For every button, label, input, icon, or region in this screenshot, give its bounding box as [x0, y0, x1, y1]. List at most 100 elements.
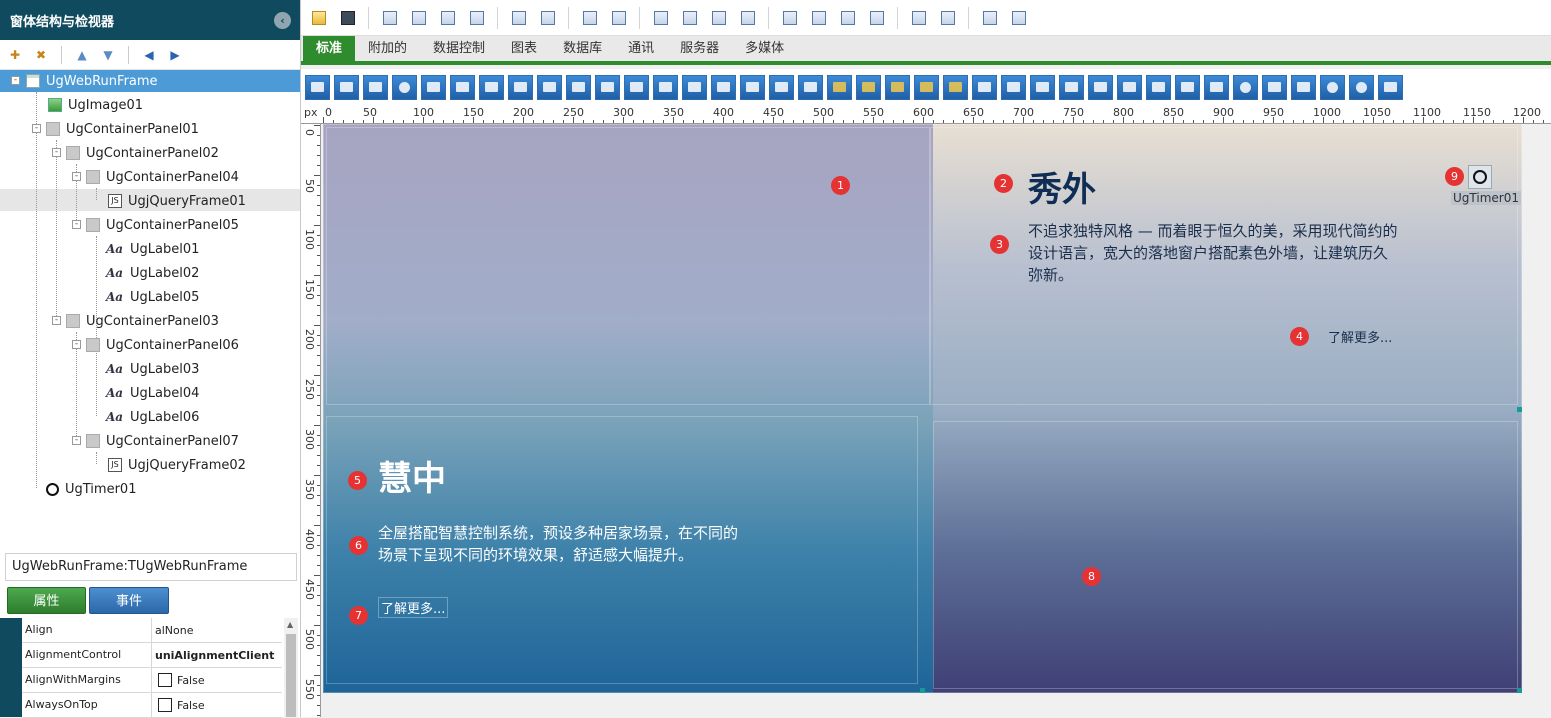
button-ok-component-icon[interactable] [1262, 74, 1287, 100]
align-right-icon[interactable] [407, 6, 430, 29]
property-checkbox[interactable] [158, 673, 172, 687]
property-checkbox[interactable] [158, 698, 172, 712]
tree-expander[interactable]: - [72, 340, 81, 349]
fieldset-component-icon[interactable] [885, 74, 910, 100]
film-component-icon[interactable] [1059, 74, 1084, 100]
frame-component-icon[interactable] [740, 74, 765, 100]
space-v-equal-icon[interactable] [778, 6, 801, 29]
timer-component-icon[interactable] [1233, 74, 1258, 100]
same-width-icon[interactable] [578, 6, 601, 29]
tree-node[interactable]: UgContainerPanel02 [66, 142, 219, 164]
scrollbox-component-icon[interactable] [914, 74, 939, 100]
space-h-equal-icon[interactable] [649, 6, 672, 29]
scroll-up-icon[interactable]: ▲ [287, 620, 293, 629]
progress-component-icon[interactable] [1291, 74, 1316, 100]
form-component-icon[interactable] [972, 74, 997, 100]
space-h-increase-icon[interactable] [678, 6, 701, 29]
collapse-panel-button[interactable]: ‹ [274, 12, 291, 29]
tab-database[interactable]: 数据库 [550, 36, 615, 61]
tab-events[interactable]: 事件 [89, 587, 169, 614]
tree-node[interactable]: JS UgjQueryFrame02 [108, 454, 246, 476]
add-node-icon[interactable]: ✚ [4, 45, 26, 65]
tree-node[interactable]: UgContainerPanel07 [86, 430, 239, 452]
check-component-icon[interactable] [421, 74, 446, 100]
tree-expander[interactable]: - [52, 148, 61, 157]
space-v-increase-icon[interactable] [807, 6, 830, 29]
tab-additional[interactable]: 附加的 [355, 36, 420, 61]
tree-node[interactable]: UgWebRunFrame [26, 70, 158, 92]
center-horizontal-icon[interactable] [907, 6, 930, 29]
move-left-icon[interactable]: ◀ [138, 45, 160, 65]
tree-component-icon[interactable] [1175, 74, 1200, 100]
container-component-icon[interactable] [827, 74, 852, 100]
tree-node[interactable]: UgContainerPanel03 [66, 310, 219, 332]
grid-component-icon[interactable] [1146, 74, 1171, 100]
property-value[interactable]: uniAlignmentClient [152, 649, 274, 662]
move-right-icon[interactable]: ▶ [164, 45, 186, 65]
combo-component-icon[interactable] [682, 74, 707, 100]
resize-handle[interactable] [1517, 407, 1522, 412]
space-v-decrease-icon[interactable] [836, 6, 859, 29]
tree-node[interactable]: UgContainerPanel06 [86, 334, 239, 356]
align-left-icon[interactable] [378, 6, 401, 29]
property-value-cell[interactable]: False [152, 673, 205, 687]
resize-handle[interactable] [1517, 688, 1522, 693]
container-panel-04[interactable] [326, 127, 930, 405]
top-learn-more-link[interactable]: 了解更多... [1328, 327, 1392, 346]
button-component-icon[interactable] [334, 74, 359, 100]
property-value[interactable]: alNone [152, 624, 194, 637]
page-component-icon[interactable] [711, 74, 736, 100]
space-h-remove-icon[interactable] [736, 6, 759, 29]
tab-multimedia[interactable]: 多媒体 [732, 36, 797, 61]
tab-standard[interactable]: 标准 [303, 36, 356, 61]
tab-communication[interactable]: 通讯 [615, 36, 667, 61]
space-v-remove-icon[interactable] [865, 6, 888, 29]
tree-expander[interactable]: - [11, 76, 20, 85]
bottom-learn-more-link[interactable]: 了解更多... [378, 597, 449, 618]
splitter-component-icon[interactable] [943, 74, 968, 100]
container-panel-07[interactable] [933, 421, 1518, 689]
table-component-icon[interactable] [1204, 74, 1229, 100]
property-row[interactable]: AlignmentControl uniAlignmentClient [22, 643, 282, 668]
tree-node[interactable]: Aa UgLabel06 [106, 406, 199, 428]
number-edit-component-icon[interactable] [595, 74, 620, 100]
tree-node[interactable]: Aa UgLabel05 [106, 286, 199, 308]
checkbox-component-icon[interactable] [305, 74, 330, 100]
photo-component-icon[interactable] [1088, 74, 1113, 100]
open-folder-icon[interactable] [307, 6, 330, 29]
space-h-decrease-icon[interactable] [707, 6, 730, 29]
tree-node[interactable]: Aa UgLabel02 [106, 262, 199, 284]
tree-expander[interactable]: - [72, 220, 81, 229]
tab-server[interactable]: 服务器 [667, 36, 732, 61]
alert-component-icon[interactable] [1349, 74, 1374, 100]
save-icon[interactable] [336, 6, 359, 29]
label-component-icon[interactable] [508, 74, 533, 100]
button-ok2-component-icon[interactable] [1378, 74, 1403, 100]
tab-data-controls[interactable]: 数据控制 [420, 36, 498, 61]
remove-node-icon[interactable]: ✖ [30, 45, 52, 65]
info-component-icon[interactable] [1320, 74, 1345, 100]
property-row[interactable]: AlignWithMargins False [22, 668, 282, 693]
tree-expander[interactable]: - [72, 436, 81, 445]
statusbar-component-icon[interactable] [1001, 74, 1026, 100]
tree-node[interactable]: JS UgjQueryFrame01 [108, 190, 246, 212]
memo-component-icon[interactable] [479, 74, 504, 100]
edit-component-icon[interactable] [537, 74, 562, 100]
align-bottom-icon[interactable] [465, 6, 488, 29]
tree-expander[interactable]: - [72, 172, 81, 181]
listbox-component-icon[interactable] [450, 74, 475, 100]
align-center-h-icon[interactable] [507, 6, 530, 29]
scroll-component-icon[interactable] [566, 74, 591, 100]
property-row[interactable]: Align alNone [22, 618, 282, 643]
align-center-v-icon[interactable] [536, 6, 559, 29]
spin-edit-component-icon[interactable] [624, 74, 649, 100]
tree-expander[interactable]: - [32, 124, 41, 133]
panel-component-icon[interactable] [798, 74, 823, 100]
tree-node[interactable]: Aa UgLabel01 [106, 238, 199, 260]
align-top-icon[interactable] [436, 6, 459, 29]
tab-properties[interactable]: 属性 [7, 587, 86, 614]
tree-node[interactable]: Aa UgLabel04 [106, 382, 199, 404]
move-up-icon[interactable]: ▲ [71, 45, 93, 65]
picture-component-icon[interactable] [1117, 74, 1142, 100]
tree-expander[interactable]: - [52, 316, 61, 325]
